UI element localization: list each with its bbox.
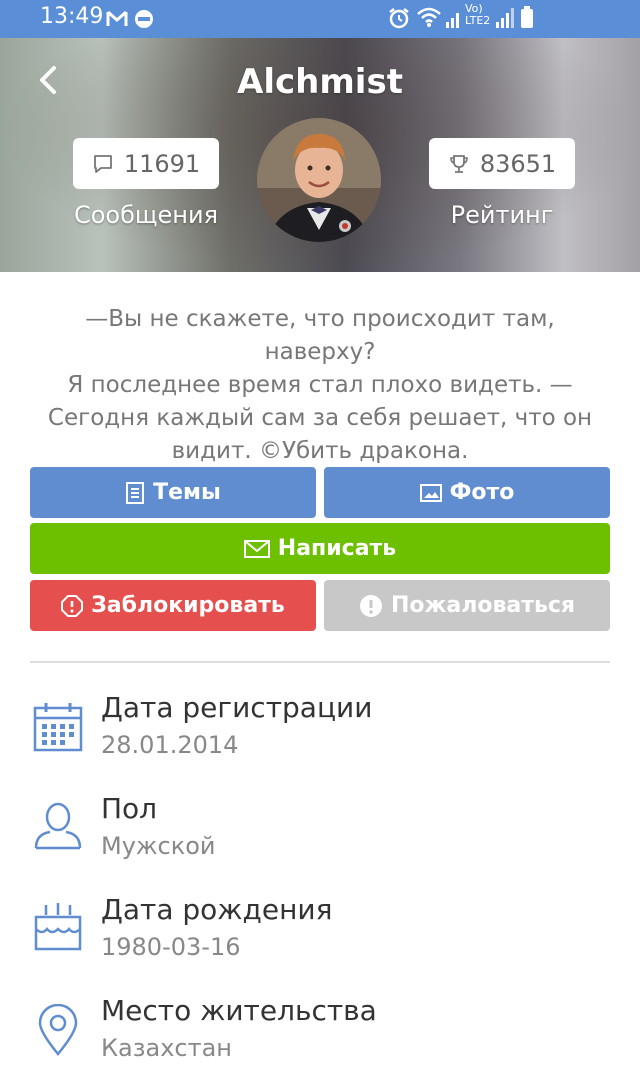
rating-count: 83651 bbox=[479, 149, 557, 178]
signal-icon bbox=[446, 13, 459, 28]
write-message-button[interactable]: Написать bbox=[30, 523, 610, 574]
messages-label: Сообщения bbox=[73, 201, 219, 229]
profile-quote: —Вы не скажете, что происходит там, наве… bbox=[40, 303, 600, 468]
gender-title: Пол bbox=[101, 792, 158, 825]
gmail-icon bbox=[106, 10, 128, 26]
rating-count-button[interactable]: 83651 bbox=[429, 138, 575, 189]
quote-line: видит. ©Убить дракона. bbox=[171, 438, 469, 464]
gender-value: Мужской bbox=[101, 832, 216, 860]
document-icon bbox=[126, 481, 145, 504]
photo-button[interactable]: Фото bbox=[324, 467, 610, 518]
avatar-image bbox=[257, 118, 381, 242]
quote-line: —Вы не скажете, что происходит там, наве… bbox=[85, 306, 555, 365]
block-button[interactable]: Заблокировать bbox=[30, 580, 316, 631]
battery-icon bbox=[521, 6, 533, 28]
residence-value: Казахстан bbox=[101, 1034, 232, 1062]
image-icon bbox=[419, 483, 442, 502]
birthday-cake-icon bbox=[34, 903, 82, 951]
comment-icon bbox=[93, 154, 112, 173]
report-button[interactable]: Пожаловаться bbox=[324, 580, 610, 631]
alarm-icon bbox=[389, 8, 409, 29]
divider bbox=[30, 661, 610, 663]
messages-count: 11691 bbox=[123, 149, 201, 178]
birth-date-value: 1980-03-16 bbox=[101, 933, 241, 961]
status-time: 13:49 bbox=[40, 4, 104, 29]
calendar-icon bbox=[33, 703, 83, 752]
quote-line: Я последнее время стал плохо видеть. — bbox=[67, 372, 573, 398]
stop-sign-icon bbox=[61, 594, 84, 617]
registration-date-value: 28.01.2014 bbox=[101, 731, 239, 759]
report-button-label: Пожаловаться bbox=[390, 593, 576, 618]
photo-button-label: Фото bbox=[449, 480, 515, 505]
wifi-icon bbox=[417, 7, 441, 27]
birth-date-title: Дата рождения bbox=[101, 893, 333, 926]
envelope-icon bbox=[243, 539, 270, 558]
app-notification-icon bbox=[135, 10, 153, 28]
profile-username: Alchmist bbox=[237, 62, 403, 102]
rating-label: Рейтинг bbox=[450, 201, 554, 229]
block-button-label: Заблокировать bbox=[91, 593, 285, 618]
signal-icon-2 bbox=[496, 8, 514, 28]
trophy-icon bbox=[450, 154, 468, 173]
topics-button-label: Темы bbox=[153, 480, 221, 505]
registration-date-title: Дата регистрации bbox=[101, 691, 373, 724]
quote-line: Сегодня каждый сам за себя решает, что о… bbox=[47, 405, 593, 431]
write-message-button-label: Написать bbox=[277, 536, 397, 561]
exclamation-circle-icon bbox=[359, 594, 382, 617]
residence-title: Место жительства bbox=[101, 994, 377, 1027]
location-pin-icon bbox=[38, 1004, 78, 1056]
network-type: Vo) LTE2 bbox=[465, 2, 491, 27]
status-bar: 13:49 Vo) LTE2 bbox=[0, 0, 640, 38]
profile-header: Alchmist 11691 Сообщения 83651 Рейтинг bbox=[0, 38, 640, 272]
messages-count-button[interactable]: 11691 bbox=[73, 138, 219, 189]
topics-button[interactable]: Темы bbox=[30, 467, 316, 518]
avatar bbox=[257, 118, 381, 242]
user-icon bbox=[34, 802, 82, 850]
